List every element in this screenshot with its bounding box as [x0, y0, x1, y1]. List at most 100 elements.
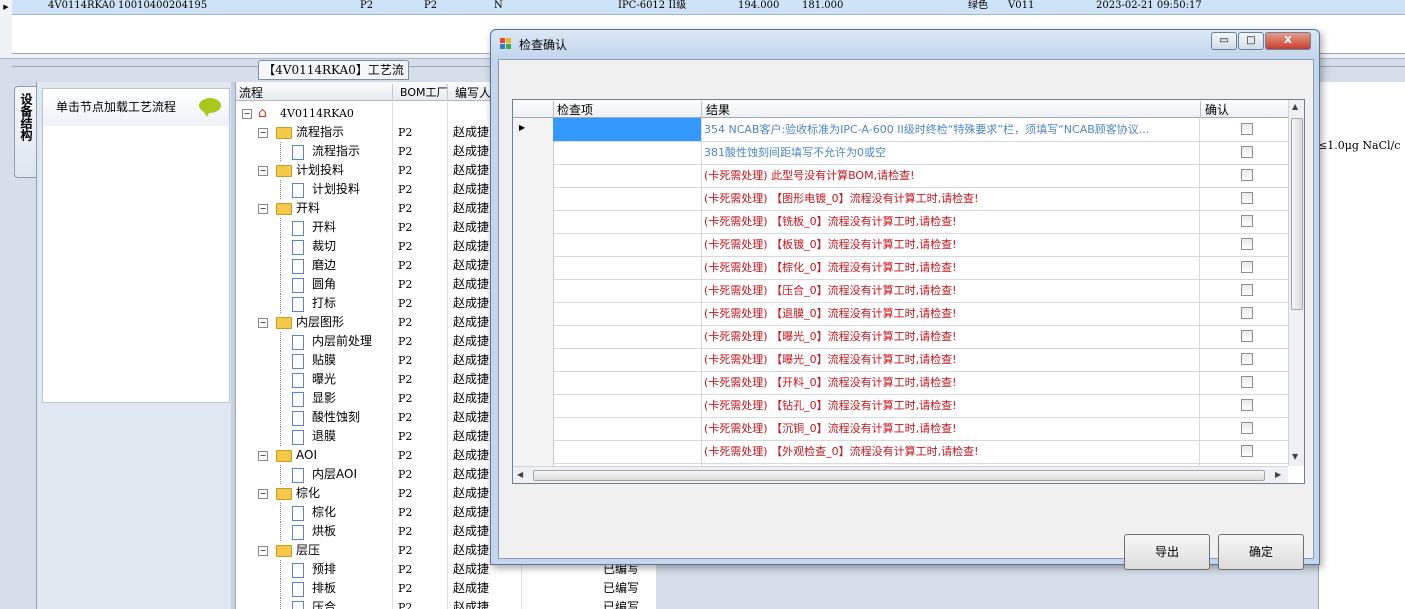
collapse-icon[interactable]: −: [258, 204, 268, 214]
horizontal-scrollbar[interactable]: ◀ ▶: [513, 466, 1288, 483]
result-cell[interactable]: (卡死需处理) 【图形电镀_0】流程没有计算工时,请检查!: [702, 187, 1200, 210]
result-cell[interactable]: (卡死需处理) 【棕化_0】流程没有计算工时,请检查!: [702, 256, 1200, 279]
row-header[interactable]: [513, 325, 554, 348]
result-cell[interactable]: (卡死需处理) 【退膜_0】流程没有计算工时,请检查!: [702, 302, 1200, 325]
check-row[interactable]: (卡死需处理) 【压合_0】流程没有计算工时,请检查!: [513, 279, 1288, 303]
check-row[interactable]: (卡死需处理) 【外观检查_0】流程没有计算工时,请检查!: [513, 440, 1288, 464]
result-cell[interactable]: (卡死需处理) 【钻孔_0】流程没有计算工时,请检查!: [702, 394, 1200, 417]
vertical-scroll-thumb[interactable]: [1291, 118, 1303, 310]
check-row[interactable]: (卡死需处理) 【曝光_0】流程没有计算工时,请检查!: [513, 325, 1288, 349]
scroll-down-icon[interactable]: ▼: [1292, 452, 1298, 461]
confirm-checkbox[interactable]: [1241, 353, 1253, 365]
confirm-cell[interactable]: [1201, 394, 1288, 417]
confirm-cell[interactable]: [1201, 348, 1288, 371]
result-cell[interactable]: (卡死需处理) 【板镀_0】流程没有计算工时,请检查!: [702, 233, 1200, 256]
confirm-cell[interactable]: [1201, 325, 1288, 348]
confirm-checkbox[interactable]: [1241, 445, 1253, 457]
confirm-checkbox[interactable]: [1241, 261, 1253, 273]
collapse-icon[interactable]: −: [242, 109, 252, 119]
process-title-tab[interactable]: 【4V0114RKA0】工艺流程: [258, 60, 409, 95]
result-cell[interactable]: (卡死需处理) 【曝光_0】流程没有计算工时,请检查!: [702, 348, 1200, 371]
confirm-checkbox[interactable]: [1241, 123, 1253, 135]
result-cell[interactable]: (卡死需处理) 【压合_0】流程没有计算工时,请检查!: [702, 279, 1200, 302]
tab-equipment-structure[interactable]: 设备结构: [14, 86, 36, 178]
check-item-cell[interactable]: [553, 279, 702, 302]
confirm-cell[interactable]: [1201, 141, 1288, 164]
row-header[interactable]: [513, 440, 554, 463]
row-header[interactable]: [513, 233, 554, 256]
tree-row[interactable]: 排板 P2 赵成捷 已编写: [236, 579, 656, 598]
confirm-checkbox[interactable]: [1241, 192, 1253, 204]
top-grid-row[interactable]: 4V0114RKA0 10010400204195 P2 P2 N IPC-60…: [12, 0, 1405, 15]
collapse-icon[interactable]: −: [258, 166, 268, 176]
row-header[interactable]: [513, 302, 554, 325]
row-header[interactable]: [513, 210, 554, 233]
close-button[interactable]: X: [1265, 32, 1311, 50]
confirm-checkbox[interactable]: [1241, 422, 1253, 434]
row-header[interactable]: [513, 256, 554, 279]
col-check-item[interactable]: 检查项: [557, 101, 593, 118]
confirm-cell[interactable]: [1201, 256, 1288, 279]
vertical-scrollbar[interactable]: ▲ ▼: [1288, 100, 1304, 466]
result-cell[interactable]: (卡死需处理) 此型号没有计算BOM,请检查!: [702, 164, 1200, 187]
confirm-cell[interactable]: [1201, 233, 1288, 256]
horizontal-scroll-thumb[interactable]: [533, 470, 1265, 481]
result-cell[interactable]: (卡死需处理) 【沉铜_0】流程没有计算工时,请检查!: [702, 417, 1200, 440]
row-header[interactable]: [513, 187, 554, 210]
confirm-checkbox[interactable]: [1241, 399, 1253, 411]
collapse-icon[interactable]: −: [258, 489, 268, 499]
check-item-cell[interactable]: [553, 118, 702, 141]
check-row[interactable]: (卡死需处理) 【开料_0】流程没有计算工时,请检查!: [513, 371, 1288, 395]
confirm-checkbox[interactable]: [1241, 146, 1253, 158]
confirm-cell[interactable]: [1201, 440, 1288, 463]
check-item-cell[interactable]: [553, 371, 702, 394]
check-item-cell[interactable]: [553, 394, 702, 417]
collapse-icon[interactable]: −: [258, 318, 268, 328]
result-cell[interactable]: 354 NCAB客户:验收标准为IPC-A-600 II级时终检“特殊要求”栏，…: [702, 118, 1200, 141]
confirm-cell[interactable]: [1201, 371, 1288, 394]
row-header[interactable]: [513, 164, 554, 187]
result-cell[interactable]: (卡死需处理) 【开料_0】流程没有计算工时,请检查!: [702, 371, 1200, 394]
check-row[interactable]: ▶ 354 NCAB客户:验收标准为IPC-A-600 II级时终检“特殊要求”栏…: [513, 118, 1288, 142]
minimize-button[interactable]: ▭: [1211, 32, 1237, 50]
check-item-cell[interactable]: [553, 440, 702, 463]
result-cell[interactable]: (卡死需处理) 【铣板_0】流程没有计算工时,请检查!: [702, 210, 1200, 233]
confirm-checkbox[interactable]: [1241, 169, 1253, 181]
confirm-cell[interactable]: [1201, 279, 1288, 302]
row-header[interactable]: ▶: [513, 118, 554, 141]
confirm-checkbox[interactable]: [1241, 376, 1253, 388]
confirm-cell[interactable]: [1201, 210, 1288, 233]
export-button[interactable]: 导出: [1124, 534, 1210, 570]
check-row[interactable]: (卡死需处理) 【板镀_0】流程没有计算工时,请检查!: [513, 233, 1288, 257]
check-row[interactable]: (卡死需处理) 【铣板_0】流程没有计算工时,请检查!: [513, 210, 1288, 234]
confirm-cell[interactable]: [1201, 164, 1288, 187]
collapse-icon[interactable]: −: [258, 546, 268, 556]
tree-col-author[interactable]: 编写人: [455, 84, 491, 101]
check-row[interactable]: (卡死需处理) 此型号没有计算BOM,请检查!: [513, 164, 1288, 188]
dialog-titlebar[interactable]: 检查确认 ▭ □ X: [491, 30, 1319, 58]
row-header[interactable]: [513, 279, 554, 302]
row-header[interactable]: [513, 348, 554, 371]
collapse-icon[interactable]: −: [258, 128, 268, 138]
scroll-left-icon[interactable]: ◀: [517, 470, 523, 479]
check-item-cell[interactable]: [553, 164, 702, 187]
tree-col-process[interactable]: 流程: [239, 84, 263, 101]
confirm-cell[interactable]: [1201, 302, 1288, 325]
load-process-node[interactable]: 单击节点加载工艺流程: [42, 88, 230, 128]
scroll-right-icon[interactable]: ▶: [1275, 470, 1281, 479]
confirm-checkbox[interactable]: [1241, 284, 1253, 296]
check-item-cell[interactable]: [553, 256, 702, 279]
ok-button[interactable]: 确定: [1218, 534, 1304, 570]
tree-row[interactable]: 压合 P2 赵成捷 已编写: [236, 598, 656, 609]
tree-col-factory[interactable]: BOM工厂: [400, 84, 448, 100]
check-item-cell[interactable]: [553, 233, 702, 256]
check-item-cell[interactable]: [553, 417, 702, 440]
row-header[interactable]: [513, 371, 554, 394]
row-header[interactable]: [513, 394, 554, 417]
row-header[interactable]: [513, 141, 554, 164]
check-row[interactable]: (卡死需处理) 【曝光_0】流程没有计算工时,请检查!: [513, 348, 1288, 372]
col-result[interactable]: 结果: [706, 101, 730, 118]
result-cell[interactable]: (卡死需处理) 【曝光_0】流程没有计算工时,请检查!: [702, 325, 1200, 348]
scroll-up-icon[interactable]: ▲: [1292, 102, 1298, 111]
check-item-cell[interactable]: [553, 210, 702, 233]
